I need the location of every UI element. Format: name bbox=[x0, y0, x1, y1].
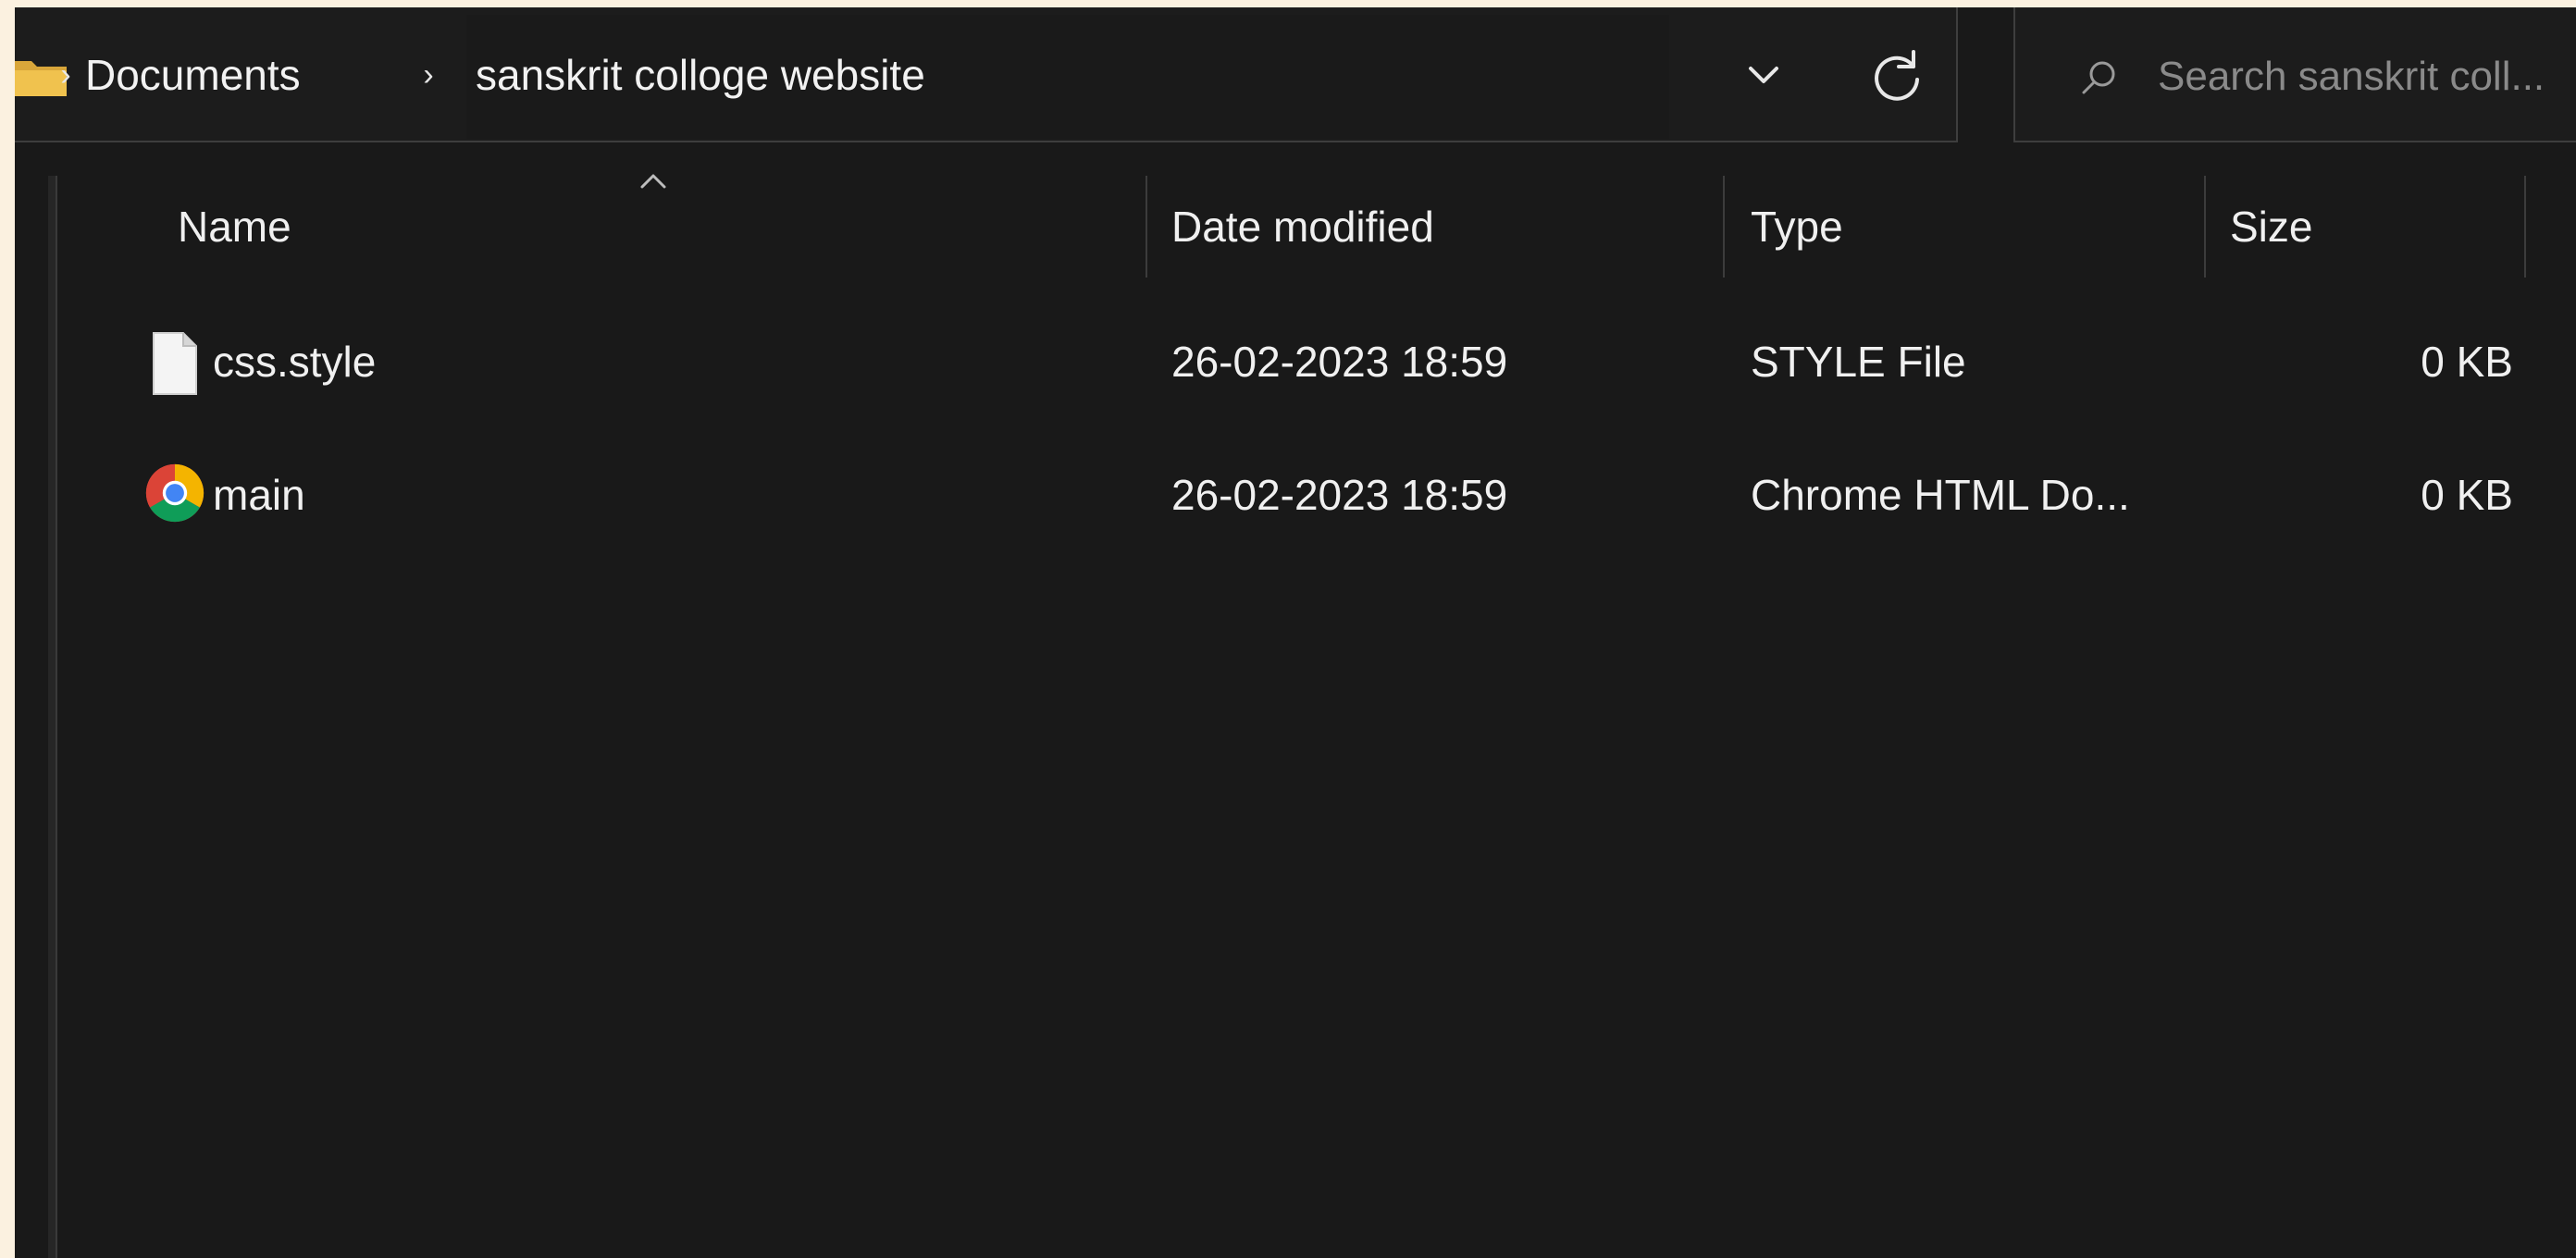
toolbar: › Documents › sanskrit colloge website S… bbox=[15, 7, 2576, 142]
file-explorer-window: › Documents › sanskrit colloge website S… bbox=[0, 0, 2576, 1258]
column-resize-handle[interactable] bbox=[1723, 176, 1725, 278]
breadcrumb-item-documents[interactable]: Documents bbox=[85, 50, 301, 100]
search-icon bbox=[2082, 61, 2115, 94]
column-header-size[interactable]: Size bbox=[2230, 202, 2312, 252]
column-header-name[interactable]: Name bbox=[178, 202, 291, 252]
pane-divider[interactable] bbox=[56, 176, 57, 1258]
sort-ascending-icon bbox=[640, 174, 666, 189]
window-frame bbox=[0, 0, 15, 1258]
table-row[interactable]: main 26-02-2023 18:59 Chrome HTML Do... … bbox=[126, 437, 2569, 557]
column-header-date[interactable]: Date modified bbox=[1171, 202, 1434, 252]
search-input[interactable]: Search sanskrit coll... bbox=[2013, 7, 2576, 142]
chrome-icon bbox=[145, 463, 204, 523]
column-resize-handle[interactable] bbox=[2524, 176, 2526, 278]
address-bar[interactable]: › Documents › sanskrit colloge website bbox=[15, 7, 1958, 142]
chevron-down-icon[interactable] bbox=[1727, 43, 1801, 107]
file-type: STYLE File bbox=[1751, 338, 1966, 386]
file-size: 0 KB bbox=[2421, 471, 2513, 519]
breadcrumb-item-current-folder[interactable]: sanskrit colloge website bbox=[476, 50, 925, 100]
column-resize-handle[interactable] bbox=[2204, 176, 2206, 278]
search-placeholder: Search sanskrit coll... bbox=[2158, 54, 2545, 99]
file-name: main bbox=[213, 471, 305, 519]
file-date-modified: 26-02-2023 18:59 bbox=[1171, 338, 1508, 386]
blank-file-icon bbox=[153, 332, 197, 395]
file-size: 0 KB bbox=[2421, 338, 2513, 386]
file-type: Chrome HTML Do... bbox=[1751, 471, 2130, 519]
refresh-icon[interactable] bbox=[1860, 39, 1934, 113]
file-date-modified: 26-02-2023 18:59 bbox=[1171, 471, 1508, 519]
window-frame bbox=[0, 0, 2576, 7]
column-header-type[interactable]: Type bbox=[1751, 202, 1843, 252]
file-list-pane: Name Date modified Type Size css.style 2… bbox=[15, 142, 2576, 1258]
breadcrumb-separator[interactable]: › bbox=[415, 50, 442, 100]
breadcrumb-separator[interactable]: › bbox=[52, 50, 80, 100]
file-name: css.style bbox=[213, 338, 377, 386]
column-resize-handle[interactable] bbox=[1146, 176, 1147, 278]
table-row[interactable]: css.style 26-02-2023 18:59 STYLE File 0 … bbox=[126, 303, 2569, 424]
